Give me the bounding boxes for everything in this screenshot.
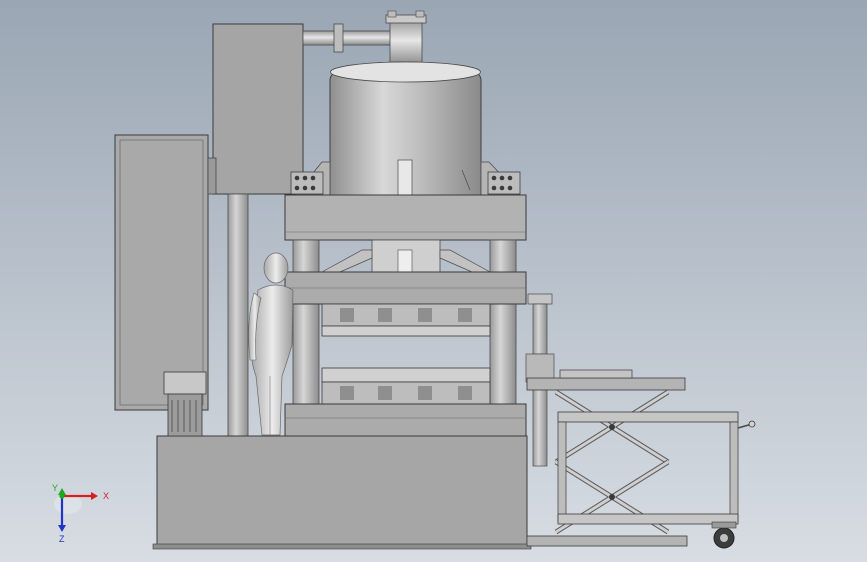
cad-3d-viewport[interactable]: X Y Z xyxy=(0,0,867,562)
upper-crossbeam xyxy=(284,194,527,241)
hydraulic-tank xyxy=(329,61,482,196)
coordinate-triad: X Y Z xyxy=(52,483,109,544)
vertical-pipe xyxy=(227,193,249,437)
triad-origin xyxy=(59,493,65,499)
upper-platen xyxy=(284,271,527,305)
control-box xyxy=(207,23,304,195)
electrical-cabinet xyxy=(114,134,209,411)
left-pillar xyxy=(292,239,320,406)
right-flange-block xyxy=(487,171,521,195)
motor-unit xyxy=(163,371,207,437)
press-machine-model[interactable] xyxy=(0,0,867,562)
top-cylinder xyxy=(385,10,427,66)
z-axis-head xyxy=(58,525,66,532)
lower-bed xyxy=(284,403,527,437)
left-flange-block xyxy=(290,171,324,195)
upper-mold xyxy=(321,303,491,337)
x-axis-label: X xyxy=(103,491,109,501)
x-axis-head xyxy=(91,492,98,500)
machine-base xyxy=(156,435,528,547)
lower-mold xyxy=(321,367,491,405)
right-pillar xyxy=(489,239,517,406)
z-axis-label: Z xyxy=(59,534,65,544)
y-axis-label: Y xyxy=(52,483,58,493)
